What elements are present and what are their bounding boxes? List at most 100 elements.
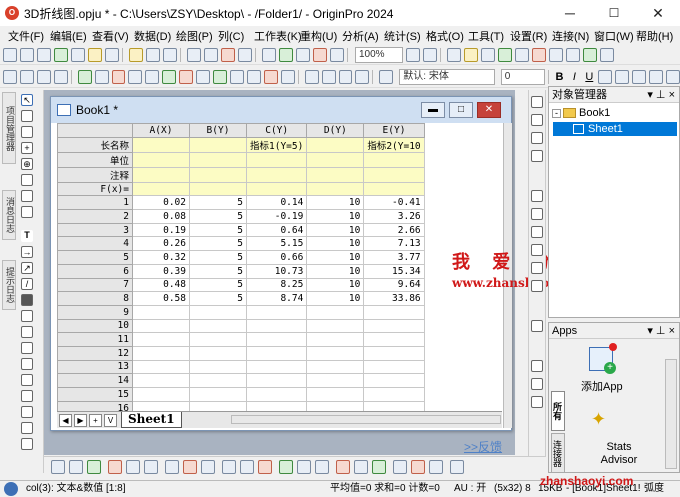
results-log-icon[interactable] xyxy=(313,47,327,62)
meta-cell[interactable]: 指标1(Y=5) xyxy=(245,136,308,153)
stats-advisor-label[interactable]: Stats Advisor xyxy=(589,441,649,467)
data-cell[interactable]: -0.41 xyxy=(363,195,425,211)
row-header[interactable]: 4 xyxy=(57,236,133,252)
forward-icon[interactable] xyxy=(19,69,34,84)
data-cell[interactable]: 0.08 xyxy=(132,209,190,224)
workbook-maximize-button[interactable]: □ xyxy=(449,102,473,118)
hand-tool-icon[interactable] xyxy=(21,310,33,322)
meta-cell[interactable] xyxy=(189,136,247,153)
add-app-label[interactable]: 添加App xyxy=(581,378,623,394)
rescale-icon[interactable] xyxy=(77,69,92,84)
next-sheet-button[interactable]: ▶ xyxy=(74,413,87,427)
data-cell[interactable]: 10.73 xyxy=(245,263,308,279)
column-header[interactable]: C(Y) xyxy=(245,123,308,138)
data-cell[interactable]: -0.19 xyxy=(245,209,308,224)
font-size-combo[interactable]: 0 xyxy=(500,68,545,85)
meta-cell[interactable] xyxy=(132,166,190,183)
data-cell[interactable] xyxy=(363,332,425,347)
data-cell[interactable] xyxy=(306,345,365,361)
meta-cell[interactable] xyxy=(132,181,190,197)
stat-plot-icon[interactable] xyxy=(183,460,197,474)
data-cell[interactable] xyxy=(363,359,425,375)
underline-button[interactable]: U xyxy=(583,71,595,83)
zoom-in-icon[interactable] xyxy=(406,47,420,62)
data-cell[interactable] xyxy=(363,400,425,411)
font-color-icon[interactable] xyxy=(649,69,663,84)
data-cell[interactable] xyxy=(132,387,190,402)
copy-icon[interactable] xyxy=(321,69,336,84)
data-cell[interactable]: 5 xyxy=(189,209,247,224)
print-icon[interactable] xyxy=(221,47,235,62)
new-graph-icon[interactable] xyxy=(37,47,51,62)
plot-setup-icon[interactable] xyxy=(179,69,194,84)
data-cell[interactable] xyxy=(306,359,365,375)
data-cell[interactable] xyxy=(363,318,425,334)
data-cell[interactable]: 2.66 xyxy=(363,222,425,238)
arrange-icon[interactable] xyxy=(128,69,143,84)
data-cell[interactable] xyxy=(245,400,308,411)
row-header[interactable]: 6 xyxy=(57,263,133,279)
new-notes-icon[interactable] xyxy=(105,47,119,62)
worksheet-table[interactable]: A(X) B(Y) C(Y) D(Y) E(Y) 长名称 指标1(Y=5) 指标2(Y=10 单… xyxy=(57,123,425,411)
italic-button[interactable]: I xyxy=(568,71,580,83)
data-cell[interactable]: 8.25 xyxy=(245,277,308,293)
data-cell[interactable] xyxy=(363,304,425,320)
line-symbol-icon[interactable] xyxy=(87,460,101,474)
axis-icon[interactable] xyxy=(196,69,211,84)
data-cell[interactable] xyxy=(306,373,365,388)
waterfall-icon[interactable] xyxy=(393,460,407,474)
column-header[interactable]: E(Y) xyxy=(363,123,425,138)
data-cell[interactable]: 5 xyxy=(189,291,247,306)
meta-row-label[interactable]: 单位 xyxy=(57,151,133,168)
date-icon[interactable] xyxy=(280,69,295,84)
col-x-icon[interactable] xyxy=(531,190,543,202)
menu-item-0[interactable]: 文件(F) xyxy=(0,28,44,44)
multi-panel-icon[interactable] xyxy=(297,460,311,474)
apps-tab-connectors[interactable]: 连接器 xyxy=(551,433,565,473)
contour-plot-icon[interactable] xyxy=(201,460,215,474)
import-wizard-icon[interactable] xyxy=(204,47,218,62)
close-button[interactable]: ✕ xyxy=(636,0,680,26)
timestamp-icon[interactable] xyxy=(263,69,278,84)
row-header[interactable]: 7 xyxy=(57,277,133,293)
cut-icon[interactable] xyxy=(304,69,319,84)
data-cell[interactable] xyxy=(189,400,247,411)
data-cell[interactable]: 3.26 xyxy=(363,209,425,224)
data-cell[interactable]: 5 xyxy=(189,236,247,252)
merge-icon[interactable] xyxy=(111,69,126,84)
panel-pin-icon[interactable]: ▾ ⊥ × xyxy=(647,87,675,103)
data-cell[interactable]: 5 xyxy=(189,222,247,238)
app-icon[interactable] xyxy=(583,47,597,62)
worksheet-grid[interactable]: A(X) B(Y) C(Y) D(Y) E(Y) 长名称 指标1(Y=5) 指标2(Y=10 单… xyxy=(57,123,502,411)
menu-item-11[interactable]: 工具(T) xyxy=(460,28,504,44)
data-cell[interactable] xyxy=(189,345,247,361)
add-sheet-icon[interactable] xyxy=(532,47,546,62)
set-values-icon[interactable] xyxy=(531,150,543,162)
duplicate-icon[interactable] xyxy=(262,47,276,62)
paste-icon[interactable] xyxy=(338,69,353,84)
data-cell[interactable]: 3.77 xyxy=(363,250,425,265)
menu-item-5[interactable]: 列(C) xyxy=(210,28,246,44)
data-cell[interactable] xyxy=(306,304,365,320)
data-cell[interactable]: 0.14 xyxy=(245,195,308,211)
data-cell[interactable] xyxy=(189,318,247,334)
data-cell[interactable]: 10 xyxy=(306,195,365,211)
row-header[interactable]: 5 xyxy=(57,250,133,265)
menu-item-3[interactable]: 数据(D) xyxy=(126,28,171,44)
paste-link-icon[interactable] xyxy=(355,69,370,84)
save-template-icon[interactable] xyxy=(163,47,177,62)
data-cell[interactable] xyxy=(189,373,247,388)
maximize-button[interactable]: ☐ xyxy=(592,0,636,26)
project-explorer-icon[interactable] xyxy=(498,47,512,62)
meta-cell[interactable] xyxy=(363,166,425,183)
menu-item-13[interactable]: 连接(N) xyxy=(544,28,589,44)
data-cell[interactable]: 5 xyxy=(189,195,247,211)
meta-cell[interactable] xyxy=(189,166,247,183)
meta-cell[interactable] xyxy=(306,136,365,153)
data-cell[interactable] xyxy=(363,345,425,361)
data-cell[interactable] xyxy=(245,304,308,320)
data-cell[interactable] xyxy=(306,332,365,347)
horizontal-scrollbar[interactable] xyxy=(231,415,501,424)
fill-col-icon[interactable] xyxy=(531,360,543,372)
new-layout-icon[interactable] xyxy=(88,47,102,62)
